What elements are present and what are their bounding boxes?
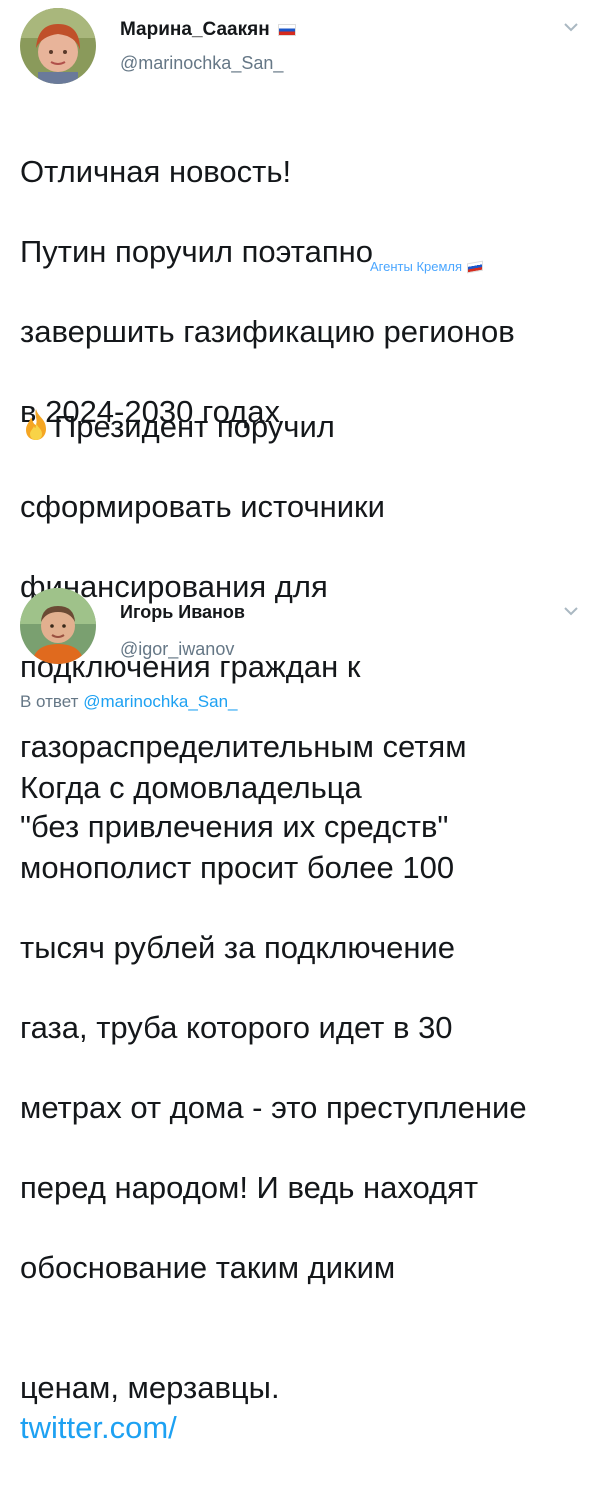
author-name[interactable]: Марина_Саакян [120,19,270,41]
fire-icon [26,409,46,440]
reply-to: В ответ @marinochka_San_ [20,692,237,712]
tweet-text-line: Путин поручил поэтапно [20,234,374,269]
watermark-text: Агенты Кремля [370,259,463,274]
tweet-text-line-last: ценам, мерзавцы. twitter.com/ [20,1328,578,1448]
author-handle[interactable]: @marinochka_San_ [120,53,283,74]
author-handle[interactable]: @igor_iwanov [120,639,234,660]
avatar[interactable] [20,8,96,84]
author-row: Игорь Иванов [120,602,245,623]
tweet-text-line: метрах от дома - это преступление [20,1090,527,1125]
tweet-1: Марина_Саакян @marinochka_San_ Отличная … [0,0,598,844]
tweet-link[interactable]: twitter.com/ [20,1410,177,1445]
tweet-text-line: газа, труба которого идет в 30 [20,1010,453,1045]
tweet-text-line: Президент поручил [54,409,335,444]
tweet-2: Игорь Иванов @igor_iwanov В ответ @marin… [0,580,598,1445]
tweet-text-line: монополист просит более 100 [20,850,455,885]
avatar[interactable] [20,588,96,664]
tweet-text-line: ценам, мерзавцы. [20,1370,280,1405]
reply-prefix: В ответ [20,692,79,711]
tweet-text-line-with-icon: Президент поручил [20,367,578,447]
reply-mention-link[interactable]: @marinochka_San_ [83,692,237,711]
chevron-down-icon[interactable] [560,16,582,38]
russia-flag-icon [277,24,296,36]
tweet-text-line: перед народом! И ведь находят [20,1170,479,1205]
tweet-text-line: сформировать источники [20,489,385,524]
chevron-down-icon[interactable] [560,600,582,622]
tweet-text-line: Когда с домовладельца [20,770,362,805]
tweet-text-line: Отличная новость! [20,154,292,189]
author-name[interactable]: Игорь Иванов [120,602,245,623]
russia-flag-icon [467,260,484,273]
author-row: Марина_Саакян [120,19,296,41]
tweet-text: Когда с домовладельца монополист просит … [20,728,578,1488]
watermark: Агенты Кремля [370,259,484,274]
tweet-text-line: тысяч рублей за подключение [20,930,456,965]
tweet-text-line: обоснование таким диким [20,1250,396,1285]
